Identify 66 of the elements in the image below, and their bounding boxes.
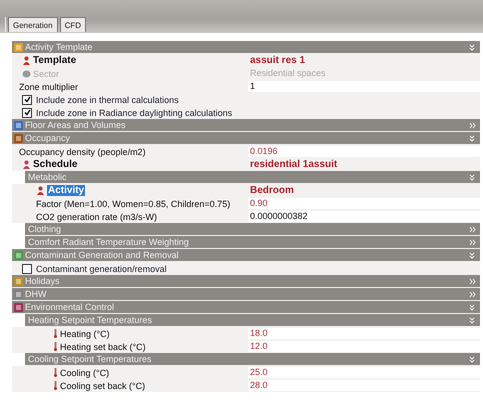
value-field[interactable]: 0.0000000382 [248, 211, 480, 222]
tab[interactable]: CFD [60, 17, 86, 32]
property-value[interactable]: Bedroom [248, 185, 480, 196]
thermometer-icon [53, 342, 58, 351]
section-header[interactable]: DHW [12, 288, 480, 301]
property-label: Heating (°C) [60, 328, 110, 338]
value-field[interactable]: 28.0 [248, 380, 480, 391]
value-field[interactable]: 18.0 [248, 328, 480, 339]
value-field[interactable]: 12.0 [248, 341, 480, 352]
expand-icon[interactable] [469, 278, 476, 284]
thermometer-icon [53, 381, 58, 390]
thermometer-icon [53, 368, 58, 377]
property-label: Factor (Men=1.00, Women=0.85, Children=0.75) [36, 198, 230, 208]
collapse-icon[interactable] [469, 356, 476, 362]
property-label: Zone multiplier [19, 82, 78, 92]
checkbox-label: Contaminant generation/removal [36, 264, 167, 274]
section-header[interactable]: Occupancy [12, 132, 480, 145]
checkbox[interactable] [22, 94, 32, 104]
subsection-header[interactable]: Cooling Setpoint Temperatures [25, 353, 480, 366]
section-header[interactable]: Floor Areas and Volumes [12, 119, 480, 132]
figure-icon [22, 56, 31, 65]
value-field[interactable]: 0.90 [248, 198, 480, 209]
checkbox-label: Include zone in Radiance daylighting calculations [36, 108, 232, 118]
expand-icon[interactable] [469, 122, 476, 128]
checkbox[interactable] [22, 264, 32, 274]
checkbox-label: Include zone in thermal calculations [36, 94, 179, 104]
property-label: Heating set back (°C) [60, 342, 146, 352]
collapse-icon[interactable] [469, 134, 476, 142]
property-value[interactable]: residential 1assuit [248, 159, 480, 170]
property-label[interactable]: Schedule [33, 159, 78, 170]
value-field[interactable]: 1 [248, 81, 480, 92]
expand-icon[interactable] [469, 290, 476, 298]
property-label: Sector [33, 68, 60, 78]
property-value: Residential spaces [249, 68, 327, 79]
collapse-icon[interactable] [469, 252, 476, 258]
section-header[interactable]: Holidays [12, 275, 480, 288]
collapse-icon[interactable] [469, 44, 476, 50]
blob-icon [22, 69, 31, 78]
figure-icon [36, 186, 45, 195]
thermometer-icon [53, 329, 58, 338]
property-label: Occupancy density (people/m2) [19, 146, 146, 156]
section-icon [14, 250, 23, 260]
expand-icon[interactable] [469, 238, 476, 246]
property-label: Cooling set back (°C) [60, 380, 146, 390]
section-header[interactable]: Environmental Control [12, 301, 480, 314]
property-label: Cooling (°C) [60, 368, 110, 378]
section-header[interactable]: Contaminant Generation and Removal [12, 249, 480, 262]
subsection-header[interactable]: Metabolic [25, 171, 480, 184]
collapse-icon[interactable] [469, 304, 476, 310]
section-header[interactable]: Activity Template [12, 41, 480, 54]
subsection-header[interactable]: Clothing [25, 223, 480, 236]
property-label[interactable]: Template [33, 55, 76, 66]
checkbox[interactable] [22, 108, 32, 118]
tab[interactable]: Generation [8, 17, 58, 32]
value-field[interactable]: 0.0196 [248, 146, 480, 157]
property-label: CO2 generation rate (m3/s-W) [36, 212, 158, 222]
subsection-header[interactable]: Heating Setpoint Temperatures [25, 314, 480, 327]
expand-icon[interactable] [469, 226, 476, 232]
figure-icon [22, 160, 31, 169]
subsection-header[interactable]: Comfort Radiant Temperature Weighting [25, 236, 480, 249]
collapse-icon[interactable] [469, 316, 476, 324]
section-icon [14, 42, 23, 52]
collapse-icon[interactable] [469, 174, 476, 180]
property-value[interactable]: assuit res 1 [248, 55, 480, 66]
value-field[interactable]: 25.0 [248, 367, 480, 378]
property-label[interactable]: Activity [47, 185, 86, 196]
